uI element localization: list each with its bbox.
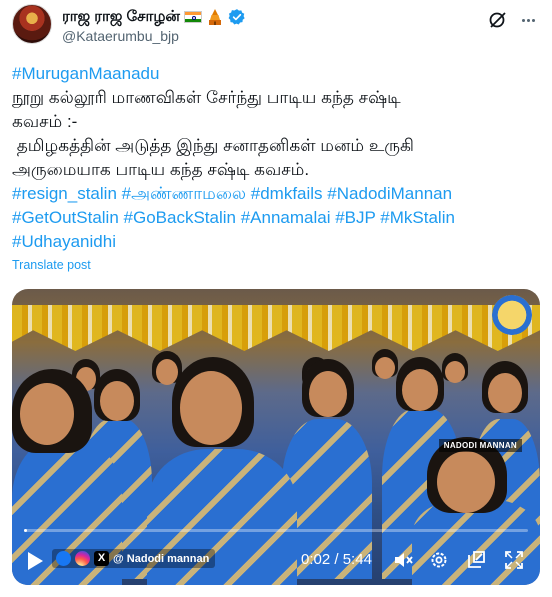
- hashtag-line: #resign_stalin #அண்ணாமலை #dmkfails #Nado…: [12, 182, 540, 206]
- fullscreen-icon[interactable]: [503, 549, 525, 571]
- garland-decoration: [12, 305, 540, 351]
- grok-icon[interactable]: [488, 10, 508, 30]
- tweet-text: #MuruganMaanadu நூறு கல்லூரி மாணவிகள் சே…: [12, 62, 540, 254]
- x-logo-icon: X: [94, 551, 109, 566]
- author-name-row: ராஜ ராஜ சோழன்: [62, 7, 246, 27]
- instagram-icon: [75, 551, 90, 566]
- duration: 5:44: [342, 551, 372, 568]
- video-progress-fill: [24, 529, 28, 532]
- social-handles-overlay: X @ Nadodi mannan: [52, 549, 216, 568]
- tweet-text-line: அருமையாக பாடிய கந்த சஷ்டி கவசம்.: [12, 160, 310, 179]
- more-options-icon[interactable]: [518, 10, 538, 30]
- pop-out-icon[interactable]: [465, 549, 487, 571]
- time-separator: /: [330, 551, 343, 568]
- temple-icon: [208, 9, 221, 25]
- hashtag-link[interactable]: #resign_stalin: [12, 184, 117, 203]
- channel-logo-icon: [492, 295, 532, 335]
- current-time: 0:02: [301, 551, 331, 568]
- translate-post-link[interactable]: Translate post: [12, 258, 91, 272]
- settings-gear-icon[interactable]: [428, 549, 450, 571]
- hashtag-line: #GetOutStalin #GoBackStalin #Annamalai #…: [12, 206, 540, 230]
- tweet-text-line: நூறு கல்லூரி மாணவிகள் சேர்ந்து பாடிய கந்…: [12, 88, 401, 107]
- hashtag-link[interactable]: #GoBackStalin: [124, 208, 236, 227]
- hashtag-link[interactable]: #MuruganMaanadu: [12, 64, 159, 83]
- hashtag-link[interactable]: #BJP: [335, 208, 375, 227]
- tweet-text-line: கவசம் :-: [12, 112, 78, 131]
- hashtag-link[interactable]: #GetOutStalin: [12, 208, 119, 227]
- facebook-icon: [56, 551, 71, 566]
- display-name[interactable]: ராஜ ராஜ சோழன்: [62, 8, 180, 27]
- tweet-text-line: தமிழகத்தின் அடுத்த இந்து சனாதனிகள் மனம் …: [12, 136, 414, 155]
- india-flag-icon: [183, 11, 202, 23]
- video-progress-bar[interactable]: [24, 529, 528, 532]
- hashtag-link[interactable]: #NadodiMannan: [327, 184, 452, 203]
- verified-badge-icon: [228, 9, 245, 25]
- hashtag-link[interactable]: #Udhayanidhi: [12, 232, 116, 251]
- hashtag-link[interactable]: #அண்ணாமலை: [122, 184, 246, 203]
- video-controls: X @ Nadodi mannan 0:02 / 5:44: [12, 537, 540, 585]
- video-time: 0:02 / 5:44: [301, 551, 372, 568]
- hashtag-link[interactable]: #Annamalai: [241, 208, 331, 227]
- mute-icon[interactable]: [392, 549, 414, 571]
- play-icon[interactable]: [26, 551, 44, 571]
- video-player[interactable]: NADODI MANNAN X @ Nadodi mannan 0:02 / 5…: [12, 289, 540, 585]
- hashtag-link[interactable]: #dmkfails: [251, 184, 323, 203]
- tweet-header: ராஜ ராஜ சோழன் @Kataerumbu_bjp: [12, 4, 540, 48]
- author-handle[interactable]: @Kataerumbu_bjp: [62, 28, 179, 44]
- social-handle-label: @ Nadodi mannan: [113, 552, 210, 565]
- video-watermark: NADODI MANNAN: [438, 439, 522, 452]
- avatar[interactable]: [12, 4, 52, 44]
- hashtag-link[interactable]: #MkStalin: [380, 208, 455, 227]
- hashtag-line: #Udhayanidhi: [12, 230, 540, 254]
